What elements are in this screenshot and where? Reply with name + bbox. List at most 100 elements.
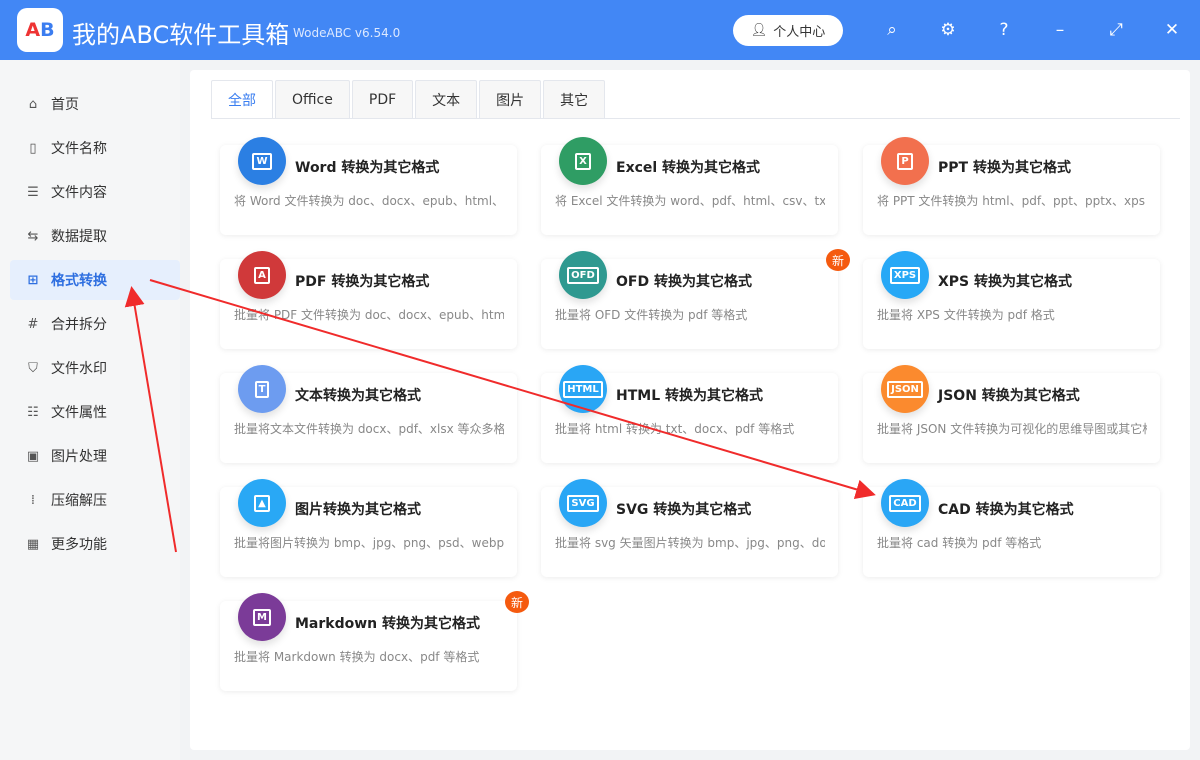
image-icon: ▣ — [26, 448, 40, 464]
user-icon: 👤︎ — [750, 23, 768, 38]
sidebar-item-label: 文件内容 — [51, 185, 107, 201]
sidebar-item-1[interactable]: ▯ 文件名称 — [10, 128, 180, 168]
tab-1[interactable]: Office — [275, 80, 350, 119]
card-description: 批量将文本文件转换为 docx、pdf、xlsx 等众多格式 — [234, 422, 504, 436]
tab-2[interactable]: PDF — [351, 80, 414, 119]
card-title: CAD 转换为其它格式 — [938, 502, 1074, 518]
app-version: WodeABC v6.54.0 — [293, 26, 401, 40]
icon-glyph: SVG — [567, 494, 599, 512]
html-convert-card[interactable]: HTML HTML 转换为其它格式 批量将 html 转换为 txt、docx、… — [541, 365, 838, 463]
pdf-icon: A — [238, 251, 286, 299]
card-title: OFD 转换为其它格式 — [616, 274, 752, 290]
sidebar-item-10[interactable]: ▦ 更多功能 — [10, 524, 180, 564]
sidebar-item-label: 合并拆分 — [51, 317, 107, 333]
card-description: 将 Excel 文件转换为 word、pdf、html、csv、txt、s — [555, 194, 825, 208]
text-icon: T — [238, 365, 286, 413]
ofd-convert-card[interactable]: OFD OFD 转换为其它格式 批量将 OFD 文件转换为 pdf 等格式 新 — [541, 249, 850, 349]
card-title: Markdown 转换为其它格式 — [295, 616, 481, 632]
card-title: 图片转换为其它格式 — [295, 502, 421, 518]
card-description: 将 PPT 文件转换为 html、pdf、ppt、pptx、xps 等 — [877, 194, 1147, 208]
minimize-icon[interactable]: – — [1048, 18, 1072, 42]
sidebar-item-label: 文件水印 — [51, 361, 107, 377]
data-extract-icon: ⇆ — [27, 228, 39, 244]
text-convert-card[interactable]: T 文本转换为其它格式 批量将文本文件转换为 docx、pdf、xlsx 等众多… — [220, 365, 517, 463]
sidebar-item-7[interactable]: ☷ 文件属性 — [10, 392, 180, 432]
card-title: SVG 转换为其它格式 — [616, 502, 752, 518]
cad-convert-card[interactable]: CAD CAD 转换为其它格式 批量将 cad 转换为 pdf 等格式 — [863, 479, 1160, 577]
sidebar-item-label: 更多功能 — [51, 537, 107, 553]
ppt-convert-card[interactable]: P PPT 转换为其它格式 将 PPT 文件转换为 html、pdf、ppt、p… — [863, 137, 1160, 235]
card-title: HTML 转换为其它格式 — [616, 388, 763, 404]
pdf-convert-card[interactable]: A PDF 转换为其它格式 批量将 PDF 文件转换为 doc、docx、epu… — [220, 251, 517, 349]
icon-glyph: A — [254, 266, 270, 284]
file-name-icon: ▯ — [29, 140, 37, 156]
app-title: 我的ABC软件工具箱 — [72, 21, 290, 49]
compress-icon: ⁞ — [30, 492, 36, 508]
sidebar-item-6[interactable]: ⛉ 文件水印 — [10, 348, 180, 388]
tab-0[interactable]: 全部 — [211, 80, 273, 119]
icon-glyph: HTML — [563, 380, 603, 398]
card-description: 将 Word 文件转换为 doc、docx、epub、html、pdf — [234, 194, 504, 208]
word-icon: W — [238, 137, 286, 185]
sidebar-item-label: 格式转换 — [51, 273, 107, 289]
image-convert-card[interactable]: ▲ 图片转换为其它格式 批量将图片转换为 bmp、jpg、png、psd、web… — [220, 479, 517, 577]
icon-glyph: W — [252, 152, 272, 170]
card-description: 批量将 OFD 文件转换为 pdf 等格式 — [555, 308, 748, 322]
merge-split-icon: # — [27, 316, 39, 332]
search-icon[interactable]: ⌕ — [880, 18, 904, 42]
cad-icon: CAD — [881, 479, 929, 527]
icon-glyph: M — [253, 608, 271, 626]
ofd-icon: OFD — [559, 251, 607, 299]
tab-3[interactable]: 文本 — [415, 80, 478, 119]
sidebar-item-3[interactable]: ⇆ 数据提取 — [10, 216, 180, 256]
excel-convert-card[interactable]: X Excel 转换为其它格式 将 Excel 文件转换为 word、pdf、h… — [541, 137, 838, 235]
sidebar-item-label: 数据提取 — [51, 229, 107, 245]
help-icon[interactable]: ? — [992, 18, 1016, 42]
word-convert-card[interactable]: W Word 转换为其它格式 将 Word 文件转换为 doc、docx、epu… — [220, 137, 517, 235]
sidebar-item-label: 压缩解压 — [51, 493, 107, 509]
svg-convert-card[interactable]: SVG SVG 转换为其它格式 批量将 svg 矢量图片转换为 bmp、jpg、… — [541, 479, 838, 577]
new-badge: 新 — [505, 591, 529, 613]
sidebar: ⌂ 首页 ▯ 文件名称 ☰ 文件内容 ⇆ 数据提取 ⊞ 格式转换 # 合并拆分 ⛉ 文件水印 ☷ 文件属性 ▣ 图… — [0, 60, 180, 760]
tab-4[interactable]: 图片 — [479, 80, 542, 119]
sidebar-item-label: 文件属性 — [51, 405, 107, 421]
markdown-convert-card[interactable]: M Markdown 转换为其它格式 批量将 Markdown 转换为 docx… — [220, 591, 529, 691]
new-badge: 新 — [826, 249, 850, 271]
user-center-button[interactable]: 👤︎ 个人中心 — [733, 15, 843, 46]
icon-glyph: JSON — [887, 380, 923, 398]
xps-convert-card[interactable]: XPS XPS 转换为其它格式 批量将 XPS 文件转换为 pdf 格式 — [863, 251, 1160, 349]
tab-5[interactable]: 其它 — [543, 80, 606, 119]
main-panel: 全部 Office PDF 文本 图片 其它 W Word 转换为其它格式 将 Word … — [190, 70, 1190, 750]
xps-icon: XPS — [881, 251, 929, 299]
image-icon: ▲ — [238, 479, 286, 527]
tab-divider — [211, 118, 1180, 119]
sidebar-item-5[interactable]: # 合并拆分 — [10, 304, 180, 344]
maximize-icon[interactable]: ⤢ — [1104, 18, 1128, 42]
format-convert-icon: ⊞ — [27, 272, 39, 288]
icon-glyph: ▲ — [254, 494, 270, 512]
card-title: XPS 转换为其它格式 — [938, 274, 1073, 290]
json-icon: JSON — [881, 365, 929, 413]
file-properties-icon: ☷ — [27, 404, 39, 420]
card-description: 批量将 XPS 文件转换为 pdf 格式 — [877, 308, 1055, 322]
sidebar-item-2[interactable]: ☰ 文件内容 — [10, 172, 180, 212]
card-title: Word 转换为其它格式 — [295, 160, 440, 176]
sidebar-item-4[interactable]: ⊞ 格式转换 — [10, 260, 180, 300]
sidebar-item-9[interactable]: ⁞ 压缩解压 — [10, 480, 180, 520]
sidebar-item-label: 图片处理 — [51, 449, 107, 465]
card-description: 批量将 JSON 文件转换为可视化的思维导图或其它格 — [877, 422, 1147, 436]
card-description: 批量将 svg 矢量图片转换为 bmp、jpg、png、docx — [555, 536, 825, 550]
close-icon[interactable]: ✕ — [1160, 18, 1184, 42]
gear-icon[interactable]: ⚙ — [936, 18, 960, 42]
card-title: PDF 转换为其它格式 — [295, 274, 430, 290]
card-description: 批量将图片转换为 bmp、jpg、png、psd、webp、 — [234, 536, 504, 550]
icon-glyph: P — [897, 152, 913, 170]
icon-glyph: T — [254, 380, 270, 398]
card-description: 批量将 Markdown 转换为 docx、pdf 等格式 — [234, 650, 480, 664]
json-convert-card[interactable]: JSON JSON 转换为其它格式 批量将 JSON 文件转换为可视化的思维导图… — [863, 365, 1160, 463]
card-title: JSON 转换为其它格式 — [938, 388, 1080, 404]
category-tabs: 全部 Office PDF 文本 图片 其它 — [211, 80, 607, 119]
app-logo: AB — [17, 8, 63, 52]
sidebar-item-8[interactable]: ▣ 图片处理 — [10, 436, 180, 476]
sidebar-item-0[interactable]: ⌂ 首页 — [10, 84, 180, 124]
